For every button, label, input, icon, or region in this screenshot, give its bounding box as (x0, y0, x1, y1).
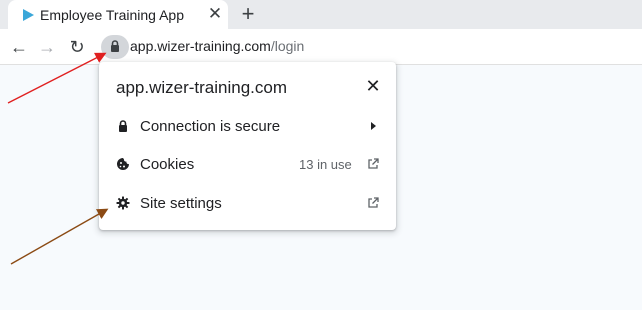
tab-close-icon[interactable]: ✕ (207, 5, 223, 22)
cookies-row[interactable]: Cookies 13 in use (99, 145, 396, 183)
close-icon[interactable]: ✕ (364, 77, 382, 95)
tab-strip: Employee Training App ✕ + (0, 0, 642, 29)
tab-employee-training[interactable]: Employee Training App ✕ (8, 0, 228, 29)
external-link-icon (368, 197, 379, 208)
connection-secure-row[interactable]: Connection is secure (99, 107, 396, 145)
site-settings-label: Site settings (140, 195, 222, 212)
external-link-icon (368, 158, 379, 169)
site-info-button[interactable] (101, 35, 129, 59)
site-settings-row[interactable]: Site settings (99, 184, 396, 222)
connection-secure-label: Connection is secure (140, 118, 281, 135)
address-bar[interactable]: app.wizer-training.com/login (130, 38, 304, 54)
back-icon[interactable]: ← (8, 36, 30, 58)
play-triangle-icon (23, 9, 34, 21)
lock-icon (111, 40, 119, 52)
cookies-count: 13 in use (299, 157, 352, 172)
url-path: /login (270, 38, 305, 54)
brown-arrow (10, 208, 109, 265)
new-tab-button[interactable]: + (238, 3, 258, 25)
reload-icon[interactable]: ↻ (66, 36, 88, 58)
site-info-popup: app.wizer-training.com ✕ Connection is s… (99, 62, 396, 230)
chevron-right-icon (371, 122, 376, 130)
browser-toolbar: ← → ↻ app.wizer-training.com/login (0, 29, 642, 65)
forward-icon[interactable]: → (36, 36, 58, 58)
url-host: app.wizer-training.com (130, 38, 271, 54)
popup-host: app.wizer-training.com (116, 78, 288, 97)
tab-title: Employee Training App (40, 7, 184, 23)
cookie-icon (117, 158, 129, 170)
gear-icon (116, 196, 130, 210)
cookies-label: Cookies (140, 156, 195, 173)
lock-icon (119, 120, 127, 132)
